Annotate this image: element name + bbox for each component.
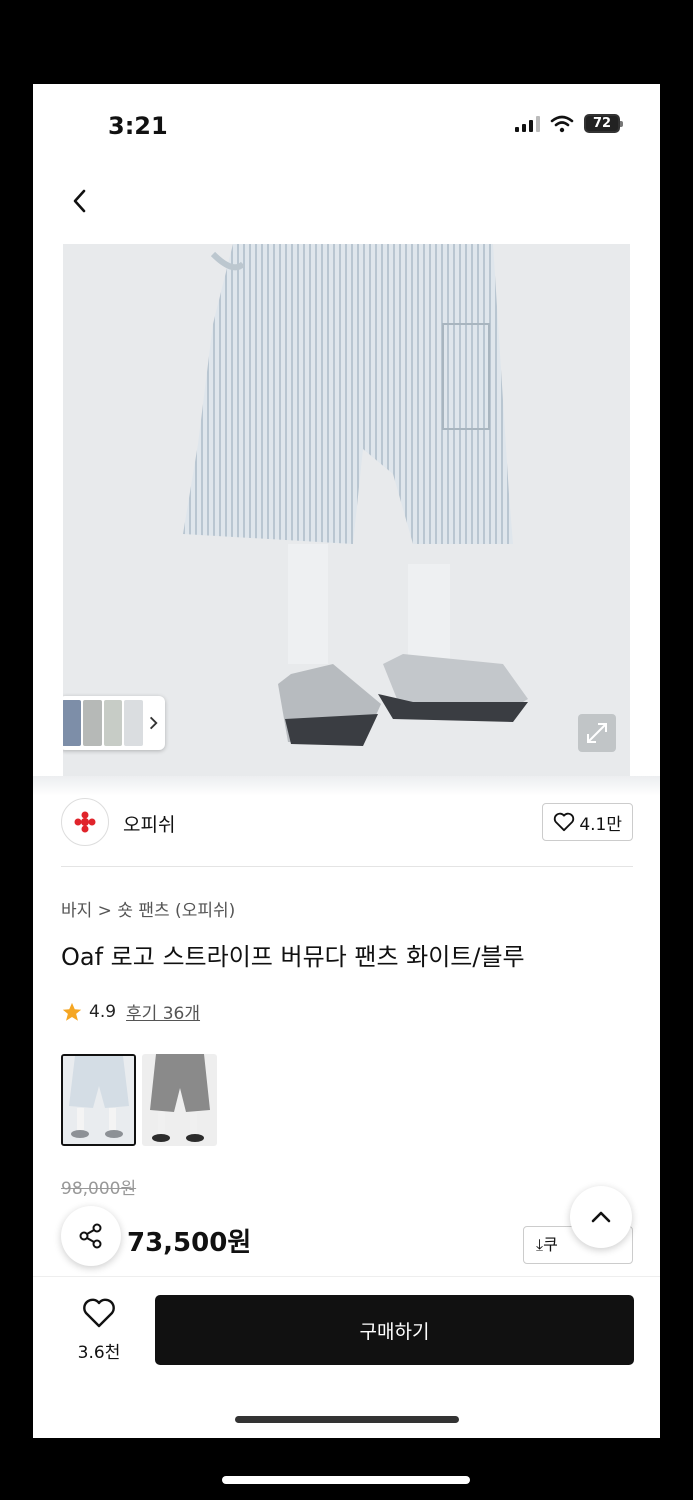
wish-button[interactable]: 3.6천 <box>69 1297 129 1363</box>
signal-icon <box>515 115 540 132</box>
thumbnail[interactable] <box>124 700 144 746</box>
image-fade <box>33 776 660 796</box>
product-image[interactable] <box>63 244 630 776</box>
rating-row[interactable]: 4.9 후기 36개 <box>61 999 200 1024</box>
wish-count: 3.6천 <box>77 1343 121 1363</box>
brand-logo[interactable] <box>61 798 109 846</box>
brand-name[interactable]: 오피쉬 <box>123 810 175 837</box>
divider <box>61 866 633 867</box>
chevron-right-icon[interactable] <box>145 714 162 732</box>
variant-selector <box>61 1054 217 1146</box>
original-price: 98,000원 <box>61 1179 137 1199</box>
review-link[interactable]: 후기 36개 <box>126 999 200 1024</box>
sale-price: 73,500원 <box>127 1228 252 1258</box>
outer-home-indicator <box>222 1476 470 1484</box>
heart-icon <box>554 812 575 832</box>
home-indicator <box>235 1416 459 1423</box>
bottom-action-bar: 3.6천 구매하기 <box>33 1276 660 1386</box>
star-icon <box>62 1002 82 1021</box>
phone-screen: 3:21 72 오피쉬 4.1만 바지 > 숏 팬츠 (오피쉬) Oaf 로고 … <box>33 84 660 1438</box>
thumbnail[interactable] <box>82 700 102 746</box>
status-time: 3:21 <box>108 112 168 140</box>
chevron-up-icon <box>591 1211 611 1223</box>
back-icon[interactable] <box>63 184 97 218</box>
share-button[interactable] <box>61 1206 121 1266</box>
share-icon <box>79 1223 102 1249</box>
variant-white-blue[interactable] <box>61 1054 136 1146</box>
thumbnail[interactable] <box>103 700 123 746</box>
expand-icon[interactable] <box>578 714 616 752</box>
thumbnail[interactable] <box>63 700 81 746</box>
buy-button[interactable]: 구매하기 <box>155 1295 634 1365</box>
status-icons: 72 <box>515 114 623 133</box>
heart-icon <box>83 1298 115 1328</box>
brand-like-count: 4.1만 <box>579 814 622 835</box>
rating-value: 4.9 <box>89 1001 117 1022</box>
product-title: Oaf 로고 스트라이프 버뮤다 팬츠 화이트/블루 <box>61 943 525 971</box>
brand-row[interactable]: 오피쉬 4.1만 <box>61 798 633 848</box>
wifi-icon <box>550 115 574 132</box>
variant-gray[interactable] <box>142 1054 217 1146</box>
image-thumbnail-strip[interactable] <box>63 696 165 750</box>
top-nav <box>33 180 660 224</box>
breadcrumb[interactable]: 바지 > 숏 팬츠 (오피쉬) <box>61 896 235 921</box>
flower-icon <box>74 811 96 833</box>
brand-like-button[interactable]: 4.1만 <box>542 803 633 841</box>
battery-icon: 72 <box>584 114 623 133</box>
scroll-top-button[interactable] <box>570 1186 632 1248</box>
price-row: 73,500원 ⤓쿠 <box>61 1206 633 1266</box>
